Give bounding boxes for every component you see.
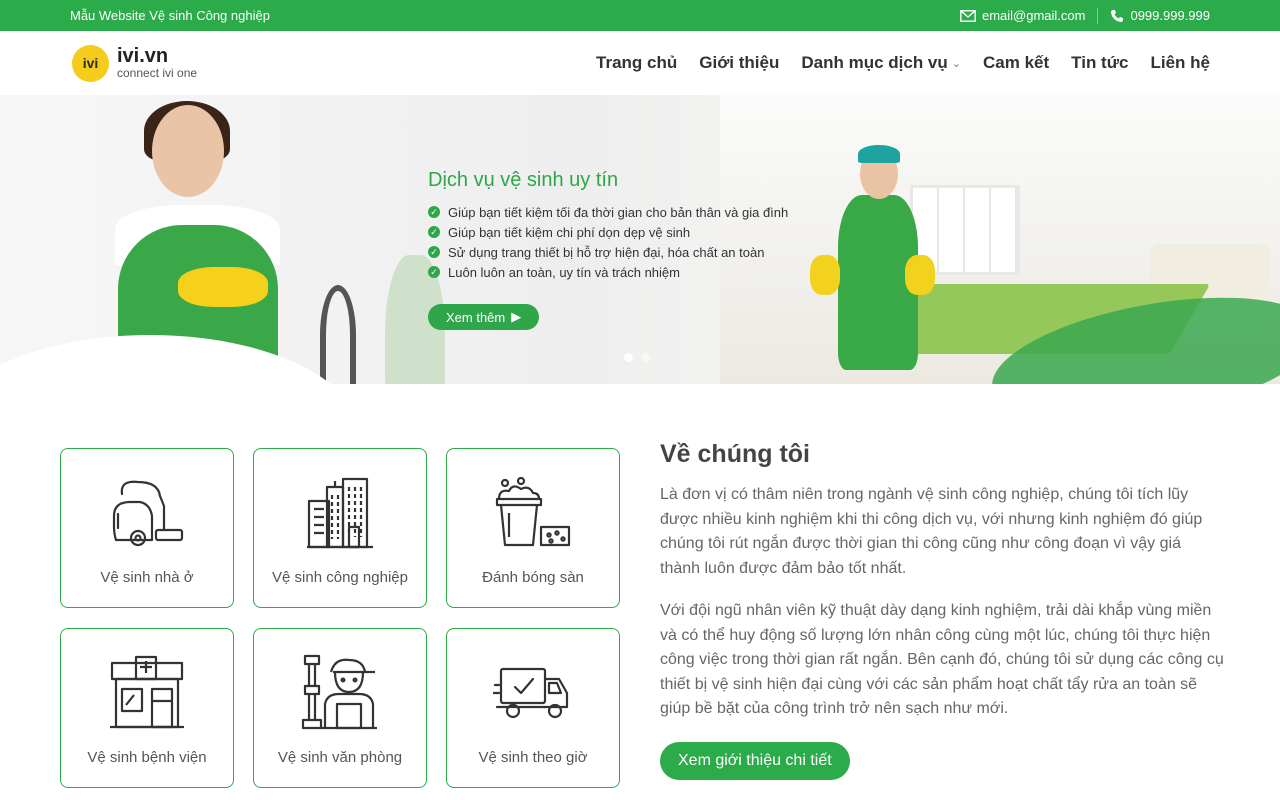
phone-text: 0999.999.999 <box>1130 8 1210 23</box>
site-name: Mẫu Website Vệ sinh Công nghiệp <box>70 8 270 23</box>
nav-label: Danh mục dịch vụ <box>801 53 948 72</box>
nav-label: Tin tức <box>1071 53 1129 72</box>
hospital-icon <box>107 653 187 733</box>
service-label: Vệ sinh theo giờ <box>478 749 588 766</box>
worker2-glove-right <box>905 255 935 295</box>
slider-dot[interactable] <box>641 353 650 362</box>
main-nav: Trang chủ Giới thiệu Danh mục dịch vụ ⌄ C… <box>596 53 1210 73</box>
list-item: ✓ Giúp bạn tiết kiệm tối đa thời gian cho… <box>428 204 788 220</box>
check-icon: ✓ <box>428 206 440 218</box>
bullet-text: Luôn luôn an toàn, uy tín và trách nhiệm <box>448 264 680 280</box>
logo-text: ivi.vn connect ivi one <box>117 46 197 80</box>
service-card-office[interactable]: Vệ sinh văn phòng <box>253 628 427 788</box>
about-paragraph-1: Là đơn vị có thâm niên trong ngành vệ si… <box>660 486 1203 577</box>
phone-link[interactable]: 0999.999.999 <box>1110 8 1210 23</box>
service-card-industrial[interactable]: Vệ sinh công nghiệp <box>253 448 427 608</box>
nav-item-home[interactable]: Trang chủ <box>596 53 677 73</box>
bullet-text: Sử dụng trang thiết bị hỗ trợ hiện đại, … <box>448 244 765 260</box>
vacuum-cleaner-icon <box>107 473 187 553</box>
worker2-cap <box>858 145 900 163</box>
bullet-text: Giúp bạn tiết kiệm chi phí dọn dẹp vệ si… <box>448 224 691 240</box>
worker-icon <box>300 653 380 733</box>
nav-label: Trang chủ <box>596 53 678 72</box>
divider <box>1097 7 1099 24</box>
main-content: Vệ sinh nhà ở Vệ sinh công nghiệp Đánh b… <box>0 384 1280 800</box>
logo-brand: ivi.vn <box>117 45 169 67</box>
slider-dot-active[interactable] <box>624 353 633 362</box>
worker-gloves <box>178 267 268 307</box>
worker2-glove-left <box>810 255 840 295</box>
buildings-icon <box>300 473 380 553</box>
check-icon: ✓ <box>428 226 440 238</box>
service-card-hourly[interactable]: Vệ sinh theo giờ <box>446 628 620 788</box>
hero-button-label: Xem thêm <box>446 309 506 325</box>
hero-more-button[interactable]: Xem thêm ▶ <box>428 304 540 330</box>
about-paragraph-2: Với đội ngũ nhân viên kỹ thuật dày dạng … <box>660 602 1224 717</box>
phone-icon <box>1111 9 1124 22</box>
logo[interactable]: ivi ivi.vn connect ivi one <box>72 44 197 82</box>
hero-banner[interactable]: Dịch vụ vệ sinh uy tín ✓ Giúp bạn tiết ki… <box>0 95 1280 384</box>
bucket-sponge-icon <box>493 473 573 553</box>
nav-item-news[interactable]: Tin tức <box>1071 53 1128 73</box>
service-card-floor-polish[interactable]: Đánh bóng sàn <box>446 448 620 608</box>
list-item: ✓ Luôn luôn an toàn, uy tín và trách nhiệ… <box>428 264 788 280</box>
list-item: ✓ Giúp bạn tiết kiệm chi phí dọn dẹp vệ s… <box>428 224 788 240</box>
hero-content: Dịch vụ vệ sinh uy tín ✓ Giúp bạn tiết ki… <box>428 169 788 330</box>
email-link[interactable]: email@gmail.com <box>960 8 1086 23</box>
service-label: Vệ sinh công nghiệp <box>272 569 408 586</box>
nav-label: Liên hệ <box>1150 53 1210 72</box>
nav-item-services[interactable]: Danh mục dịch vụ ⌄ <box>801 53 961 73</box>
email-text: email@gmail.com <box>981 8 1086 23</box>
about-detail-button[interactable]: Xem giới thiệu chi tiết <box>660 741 850 780</box>
top-bar: Mẫu Website Vệ sinh Công nghiệp email@gm… <box>0 0 1280 31</box>
check-icon: ✓ <box>428 246 440 258</box>
check-icon: ✓ <box>428 266 440 278</box>
play-arrow-icon: ▶ <box>511 309 522 324</box>
logo-mark: ivi <box>72 44 109 82</box>
service-label: Vệ sinh văn phòng <box>277 749 403 766</box>
about-section: Về chúng tôi Là đơn vị có thâm niên tron… <box>660 440 1225 780</box>
hero-bullets: ✓ Giúp bạn tiết kiệm tối đa thời gian cho… <box>428 204 788 280</box>
service-label: Vệ sinh nhà ở <box>100 569 194 586</box>
chevron-down-icon: ⌄ <box>951 57 961 70</box>
slider-dots <box>624 353 650 362</box>
list-item: ✓ Sử dụng trang thiết bị hỗ trợ hiện đại,… <box>428 244 788 260</box>
bullet-text: Giúp bạn tiết kiệm tối đa thời gian cho … <box>448 204 789 220</box>
nav-label: Giới thiệu <box>699 53 780 72</box>
worker-face <box>152 105 224 197</box>
delivery-truck-icon <box>493 653 573 733</box>
service-card-hospital[interactable]: Vệ sinh bệnh viện <box>60 628 234 788</box>
site-header: ivi ivi.vn connect ivi one Trang chủ Giớ… <box>0 31 1280 95</box>
about-title: Về chúng tôi <box>660 440 810 468</box>
nav-item-contact[interactable]: Liên hệ <box>1150 53 1210 73</box>
vacuum-hose <box>320 285 356 384</box>
nav-item-commitment[interactable]: Cam kết <box>983 53 1049 73</box>
banner-curve <box>0 335 360 384</box>
service-label: Đánh bóng sàn <box>482 569 584 586</box>
nav-label: Cam kết <box>983 53 1050 72</box>
logo-tagline: connect ivi one <box>117 66 198 80</box>
service-card-home[interactable]: Vệ sinh nhà ở <box>60 448 234 608</box>
hero-title: Dịch vụ vệ sinh uy tín <box>428 169 619 191</box>
nav-item-about[interactable]: Giới thiệu <box>699 53 779 73</box>
top-contact: email@gmail.com 0999.999.999 <box>960 7 1210 24</box>
service-label: Vệ sinh bệnh viện <box>87 749 207 766</box>
mail-icon <box>960 9 976 22</box>
